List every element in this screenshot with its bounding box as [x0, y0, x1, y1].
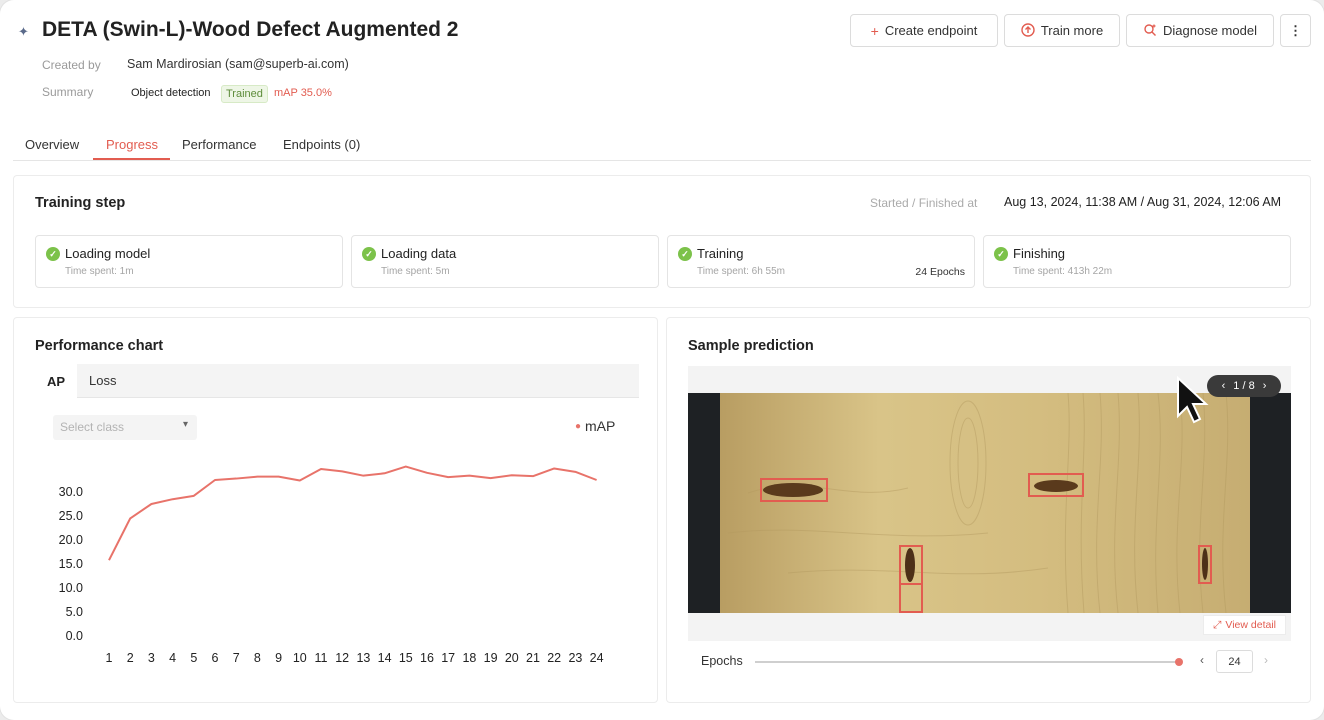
x-tick-label: 5	[190, 651, 197, 665]
image-pager[interactable]: ‹ 1 / 8 ›	[1207, 375, 1281, 397]
epoch-slider-track[interactable]	[755, 658, 1183, 666]
started-finished-value: Aug 13, 2024, 11:38 AM / Aug 31, 2024, 1…	[1004, 195, 1282, 209]
step-loading-data: ✓ Loading data Time spent: 5m	[351, 235, 659, 288]
create-endpoint-button[interactable]: + Create endpoint	[850, 14, 998, 47]
train-more-button[interactable]: Train more	[1004, 14, 1120, 47]
active-tab-indicator	[93, 158, 170, 160]
x-tick-label: 11	[315, 651, 328, 665]
tab-performance[interactable]: Performance	[182, 137, 256, 152]
training-step-title: Training step	[35, 195, 126, 211]
epoch-next-icon[interactable]: ›	[1264, 653, 1268, 667]
step-time: Time spent: 5m	[381, 266, 450, 277]
step-finishing: ✓ Finishing Time spent: 413h 22m	[983, 235, 1291, 288]
plus-icon: +	[870, 22, 879, 39]
train-more-label: Train more	[1040, 23, 1104, 38]
epoch-slider-thumb[interactable]	[1175, 658, 1183, 666]
epoch-slider-fill	[755, 661, 1179, 663]
wood-sample-image	[688, 393, 1291, 613]
summary-label: Summary	[42, 85, 94, 99]
step-training: ✓ Training Time spent: 6h 55m 24 Epochs	[667, 235, 975, 288]
model-icon: ✦	[18, 24, 29, 39]
epoch-prev-icon[interactable]: ‹	[1200, 653, 1204, 667]
created-by-value: Sam Mardirosian (sam@superb-ai.com)	[127, 57, 349, 71]
epochs-label: Epochs	[701, 654, 743, 668]
step-label: Training	[697, 246, 744, 261]
sample-prediction-panel: Sample prediction ‹ 1 / 8 › ⤢ View detai…	[666, 317, 1311, 703]
epoch-input[interactable]: 24	[1216, 650, 1253, 673]
x-tick-label: 24	[590, 651, 604, 665]
diagnose-model-button[interactable]: Diagnose model	[1126, 14, 1274, 47]
upload-circle-icon	[1021, 22, 1035, 39]
expand-icon: ⤢	[1213, 618, 1222, 631]
y-tick-label: 15.0	[59, 557, 83, 571]
map-line-chart: 0.05.010.015.020.025.030.01 2 3 4 5 6 7 8 9 10 11 1…	[59, 465, 604, 665]
check-icon: ✓	[362, 247, 376, 261]
step-time: Time spent: 413h 22m	[1013, 266, 1113, 277]
step-label: Loading model	[65, 246, 151, 261]
x-tick-label: 6	[212, 651, 219, 665]
step-time: Time spent: 6h 55m	[697, 266, 786, 277]
sample-prediction-title: Sample prediction	[688, 338, 814, 354]
x-tick-label: 22	[547, 651, 561, 665]
y-tick-label: 5.0	[66, 605, 83, 619]
y-tick-label: 10.0	[59, 581, 83, 595]
summary-type-chip: Object detection	[131, 87, 211, 99]
diagnose-model-label: Diagnose model	[1163, 23, 1257, 38]
check-icon: ✓	[678, 247, 692, 261]
training-step-panel: Training step Started / Finished at Aug …	[13, 175, 1311, 308]
chevron-left-icon[interactable]: ‹	[1222, 380, 1226, 392]
x-tick-label: 18	[462, 651, 476, 665]
create-endpoint-label: Create endpoint	[884, 23, 978, 38]
x-tick-label: 16	[420, 651, 434, 665]
step-label: Finishing	[1013, 246, 1066, 261]
step-label: Loading data	[381, 246, 457, 261]
performance-chart-panel: Performance chart AP Loss Select class ▾…	[13, 317, 658, 703]
y-tick-label: 25.0	[59, 509, 83, 523]
tab-endpoints[interactable]: Endpoints (0)	[283, 137, 360, 152]
tab-overview[interactable]: Overview	[25, 137, 79, 152]
x-tick-label: 15	[399, 651, 413, 665]
status-badge: Trained	[221, 85, 268, 103]
chevron-right-icon[interactable]: ›	[1263, 380, 1267, 392]
view-detail-button[interactable]: ⤢ View detail	[1203, 615, 1286, 635]
x-tick-label: 8	[254, 651, 261, 665]
x-tick-label: 20	[505, 651, 519, 665]
tab-progress[interactable]: Progress	[106, 137, 158, 152]
map-badge: mAP 35.0%	[274, 87, 332, 99]
check-icon: ✓	[994, 247, 1008, 261]
tab-bar: Overview Progress Performance Endpoints …	[13, 131, 1311, 161]
check-icon: ✓	[46, 247, 60, 261]
x-tick-label: 19	[484, 651, 498, 665]
diagnose-search-icon	[1143, 23, 1157, 39]
x-tick-label: 7	[233, 651, 240, 665]
y-tick-label: 0.0	[66, 629, 83, 643]
started-finished-label: Started / Finished at	[870, 196, 978, 210]
x-tick-label: 13	[356, 651, 370, 665]
x-tick-label: 14	[378, 651, 392, 665]
step-time: Time spent: 1m	[65, 266, 134, 277]
mouse-cursor-icon	[1177, 376, 1209, 424]
x-tick-label: 2	[127, 651, 134, 665]
x-tick-label: 3	[148, 651, 155, 665]
x-tick-label: 4	[169, 651, 176, 665]
page-title: DETA (Swin-L)-Wood Defect Augmented 2	[42, 18, 459, 41]
x-tick-label: 12	[335, 651, 349, 665]
y-tick-label: 20.0	[59, 533, 83, 547]
app-window: ✦ DETA (Swin-L)-Wood Defect Augmented 2 …	[0, 0, 1324, 720]
x-tick-label: 21	[526, 651, 540, 665]
x-tick-label: 17	[441, 651, 455, 665]
x-tick-label: 1	[106, 651, 113, 665]
y-tick-label: 30.0	[59, 485, 83, 499]
x-tick-label: 9	[275, 651, 282, 665]
x-tick-label: 10	[293, 651, 307, 665]
step-loading-model: ✓ Loading model Time spent: 1m	[35, 235, 343, 288]
pager-label: 1 / 8	[1233, 380, 1255, 392]
x-tick-label: 23	[568, 651, 582, 665]
epochs-count: 24 Epochs	[915, 266, 965, 278]
series-line-map	[108, 465, 597, 561]
more-options-button[interactable]: ⋮	[1280, 14, 1311, 47]
created-by-label: Created by	[42, 58, 101, 72]
view-detail-label: View detail	[1225, 619, 1276, 631]
